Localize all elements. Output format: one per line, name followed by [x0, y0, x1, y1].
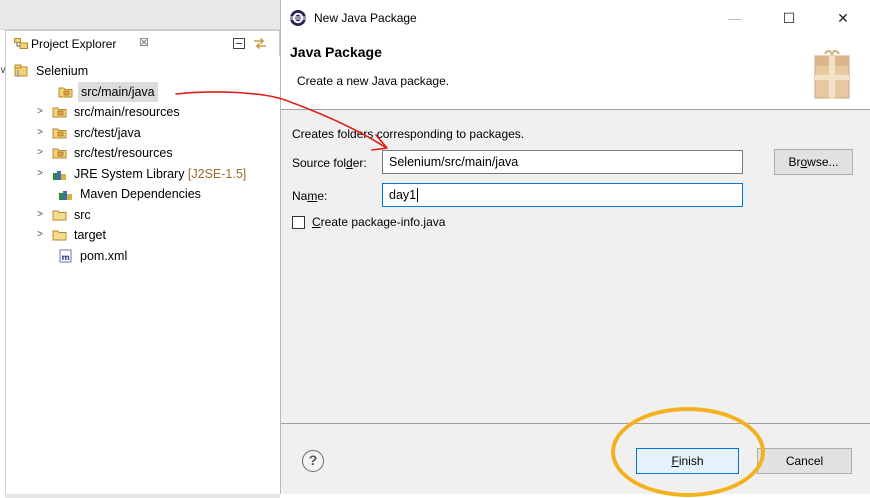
package-name-field[interactable]: day1	[382, 183, 743, 207]
tree-item-decoration: [J2SE-1.5]	[187, 166, 247, 181]
tree-item[interactable]: ∨ J Selenium	[0, 61, 280, 81]
svg-text:J: J	[16, 69, 19, 77]
expand-arrow-icon[interactable]: >	[35, 143, 45, 163]
tree-item-label: JRE System Library [J2SE-1.5]	[74, 166, 247, 181]
wizard-page-title: Java Package	[290, 44, 382, 60]
dialog-instructions: Creates folders corresponding to package…	[292, 127, 525, 141]
new-java-package-dialog: New Java Package — ☐ ✕ Java Package Crea…	[280, 0, 870, 494]
expand-arrow-icon[interactable]: >	[35, 205, 45, 225]
tree-item[interactable]: m pom.xml	[24, 246, 280, 266]
close-window-button[interactable]: ✕	[820, 0, 866, 36]
tree-item[interactable]: Maven Dependencies	[24, 184, 280, 204]
project-explorer-tab[interactable]: Project Explorer ☒	[5, 30, 280, 56]
wizard-header: Java Package Create a new Java package.	[281, 36, 870, 110]
tree-item[interactable]: > JRE System Library [J2SE-1.5]	[18, 164, 280, 184]
tree-item[interactable]: src/main/java	[24, 81, 280, 102]
cancel-button[interactable]: Cancel	[757, 448, 852, 474]
tree-item-label: Maven Dependencies	[80, 187, 201, 201]
tree-item-label: src/main/resources	[74, 105, 180, 119]
expand-arrow-icon[interactable]: >	[35, 164, 45, 184]
tree-item-label: Selenium	[36, 64, 89, 78]
footer-separator	[281, 423, 870, 424]
browse-button[interactable]: Browse...	[774, 149, 853, 175]
tree-item-label: src	[74, 207, 91, 222]
package-wizard-icon	[814, 50, 850, 99]
name-label: Name:	[292, 189, 328, 203]
expand-arrow-icon[interactable]: >	[35, 225, 45, 245]
tree-item-label: src/test/resources	[74, 146, 173, 160]
source-folder-label: Source folder:	[292, 156, 367, 170]
maximize-button[interactable]: ☐	[766, 0, 812, 36]
tree-item[interactable]: > target	[18, 225, 280, 245]
project-icon: J	[14, 64, 28, 77]
maven-file-icon: m	[59, 249, 72, 262]
package-folder-icon	[52, 107, 67, 118]
wizard-page-description: Create a new Java package.	[297, 74, 450, 88]
project-explorer-icon	[14, 38, 28, 49]
dialog-titlebar[interactable]: New Java Package — ☐ ✕	[281, 0, 870, 36]
package-folder-icon	[52, 148, 67, 159]
minimize-button[interactable]: —	[712, 0, 758, 36]
package-folder-icon	[58, 87, 73, 97]
tree-item[interactable]: > src/main/resources	[18, 102, 280, 122]
tree-item[interactable]: > src	[18, 205, 280, 225]
view-border	[5, 56, 6, 496]
text-cursor	[417, 188, 419, 202]
expand-arrow-icon[interactable]: >	[35, 123, 45, 143]
folder-icon	[52, 210, 67, 220]
finish-button[interactable]: Finish	[636, 448, 739, 474]
source-folder-field[interactable]: Selenium/src/main/java	[382, 150, 743, 174]
expand-arrow-icon[interactable]: >	[35, 102, 45, 122]
library-icon	[53, 170, 66, 180]
tree-item-label: src/test/java	[74, 125, 141, 140]
help-icon[interactable]: ?	[302, 450, 324, 472]
tree-item[interactable]: > src/test/resources	[18, 143, 280, 163]
create-package-info-label[interactable]: Create package-info.java	[312, 215, 445, 229]
tree-item[interactable]: > src/test/java	[18, 123, 280, 143]
collapse-arrow-icon[interactable]: ∨	[0, 61, 8, 81]
workbench-toolbar-strip	[0, 0, 280, 30]
view-bottom-border	[5, 494, 280, 498]
collapse-all-icon[interactable]	[233, 38, 245, 49]
close-tab-icon[interactable]: ☒	[139, 36, 149, 49]
project-explorer-title: Project Explorer	[31, 37, 117, 51]
link-with-editor-icon[interactable]	[253, 37, 267, 50]
svg-text:m: m	[62, 253, 70, 262]
dialog-window-title: New Java Package	[314, 11, 417, 25]
project-explorer-view: Project Explorer ☒ ∨ J Selenium src/main/ja…	[0, 0, 280, 498]
folder-icon	[52, 230, 67, 241]
tree-item-label: target	[74, 228, 106, 242]
eclipse-app-icon	[290, 10, 306, 26]
tree-item-label: pom.xml	[80, 248, 128, 263]
library-icon	[59, 191, 72, 200]
package-folder-icon	[52, 128, 67, 138]
create-package-info-checkbox[interactable]	[292, 216, 305, 229]
tree-item-label: src/main/java	[78, 81, 158, 102]
